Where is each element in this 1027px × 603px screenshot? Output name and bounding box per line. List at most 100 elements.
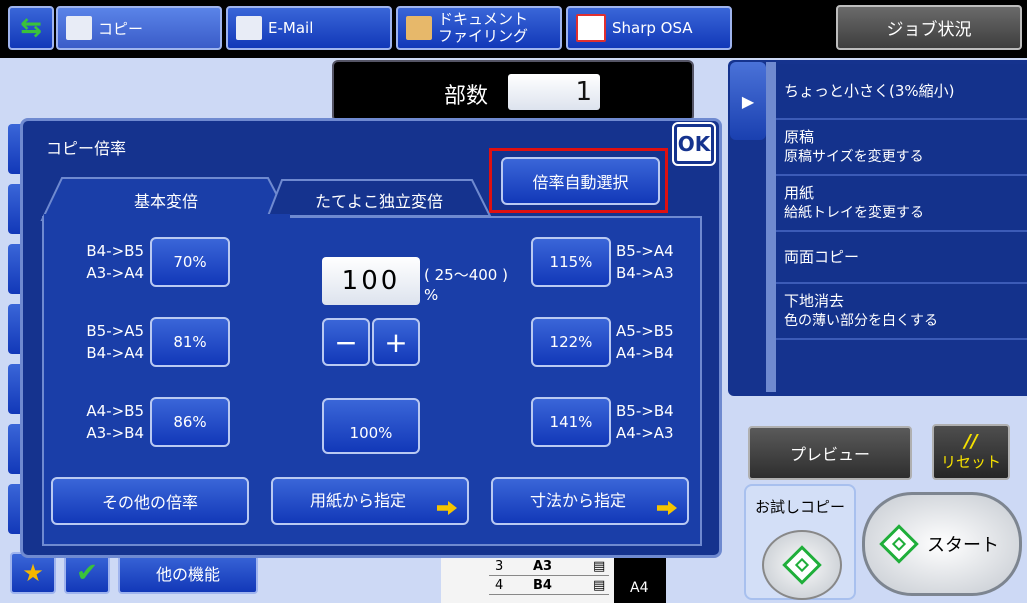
- dialog-title: コピー倍率: [46, 139, 127, 158]
- specify-by-dimension-button[interactable]: 寸法から指定: [491, 477, 689, 525]
- preset-value: 86%: [173, 413, 207, 431]
- arrow-right-icon: [657, 501, 677, 515]
- start-label: スタート: [927, 535, 999, 556]
- preset-value: 70%: [173, 253, 207, 271]
- tab-email-label: E-Mail: [268, 19, 314, 37]
- start-button[interactable]: スタート: [862, 492, 1022, 596]
- document-filing-icon: [406, 16, 432, 40]
- copies-panel: 部数 1: [332, 60, 694, 122]
- preset-label-line: B5->B4: [616, 402, 674, 420]
- trial-copy-label: お試しコピー: [754, 498, 845, 516]
- preset-label: B5->B4 A4->A3: [616, 400, 692, 444]
- preset-label-line: A4->A3: [616, 424, 674, 442]
- ratio-100-label: 100%: [349, 424, 393, 442]
- ok-button[interactable]: OK: [672, 122, 716, 166]
- preset-label-line: B5->A4: [616, 242, 674, 260]
- preset-label: B5->A4 B4->A3: [616, 240, 692, 284]
- preset-label-line: B4->A4: [86, 344, 144, 362]
- auto-ratio-label: 倍率自動選択: [532, 173, 629, 192]
- copies-label: 部数: [444, 84, 489, 109]
- preset-86-button[interactable]: 86%: [150, 397, 230, 447]
- preview-button[interactable]: プレビュー: [748, 426, 912, 480]
- preset-label: A5->B5 A4->B4: [616, 320, 692, 364]
- preset-value: 81%: [173, 333, 207, 351]
- tab-copy[interactable]: コピー: [56, 6, 222, 50]
- minus-button[interactable]: −: [322, 318, 370, 366]
- menu-item-subtitle: 給紙トレイを変更する: [784, 205, 924, 221]
- star-icon: ★: [22, 559, 44, 587]
- menu-item-duplex[interactable]: 両面コピー: [776, 232, 1027, 284]
- panel-toggle-button[interactable]: ▶: [730, 62, 766, 140]
- menu-item-background-erase[interactable]: 下地消去 色の薄い部分を白くする: [776, 284, 1027, 340]
- preset-115-button[interactable]: 115%: [531, 237, 611, 287]
- menu-item-slight-reduce[interactable]: ちょっと小さく(3%縮小): [776, 64, 1027, 120]
- preset-81-button[interactable]: 81%: [150, 317, 230, 367]
- trial-copy-panel: お試しコピー: [744, 484, 856, 600]
- email-icon: [236, 16, 262, 40]
- menu-item-title: ちょっと小さく(3%縮小): [784, 82, 955, 100]
- preset-label-line: A3->B4: [86, 424, 144, 442]
- preset-label: B5->A5 B4->A4: [60, 320, 144, 364]
- tray-number: 4: [495, 578, 504, 593]
- osa-icon: [576, 14, 606, 42]
- reset-button[interactable]: // リセット: [932, 424, 1010, 480]
- menu-item-title: 下地消去: [784, 292, 845, 310]
- panel-divider: [766, 62, 776, 392]
- job-status-button[interactable]: ジョブ状況: [836, 5, 1022, 50]
- other-ratio-button[interactable]: その他の倍率: [51, 477, 249, 525]
- tray-size: B4: [533, 578, 552, 593]
- tab-copy-label: コピー: [98, 19, 144, 38]
- tab-join: [44, 214, 290, 220]
- job-status-label: ジョブ状況: [886, 20, 972, 40]
- minus-icon: −: [334, 325, 358, 359]
- tab-document-filing[interactable]: ドキュメント ファイリング: [396, 6, 562, 50]
- menu-item-original[interactable]: 原稿 原稿サイズを変更する: [776, 120, 1027, 176]
- check-button[interactable]: ✔: [64, 552, 110, 594]
- preset-value: 115%: [549, 253, 593, 271]
- ratio-100-button[interactable]: 100%: [322, 398, 420, 454]
- tray-row: 4 B4 ▤: [489, 578, 609, 595]
- copies-input[interactable]: 1: [508, 74, 600, 110]
- reset-icon: //: [964, 430, 978, 452]
- plus-button[interactable]: +: [372, 318, 420, 366]
- ratio-range-label: ( 25～400 ): [424, 266, 508, 284]
- preset-122-button[interactable]: 122%: [531, 317, 611, 367]
- play-icon: ▶: [741, 91, 755, 111]
- tray-number: 3: [495, 559, 504, 574]
- tab-sharp-osa-label: Sharp OSA: [612, 19, 693, 37]
- ok-label: OK: [677, 132, 711, 156]
- other-functions-button[interactable]: 他の機能: [118, 552, 258, 594]
- preset-label: B4->B5 A3->A4: [60, 240, 144, 284]
- reset-label: リセット: [940, 452, 1001, 471]
- tab-basic-label: 基本変倍: [133, 192, 198, 211]
- trial-copy-button[interactable]: [762, 530, 842, 600]
- menu-item-paper[interactable]: 用紙 給紙トレイを変更する: [776, 176, 1027, 232]
- preset-141-button[interactable]: 141%: [531, 397, 611, 447]
- paper-icon: ▤: [593, 559, 606, 574]
- preset-label: A4->B5 A3->B4: [60, 400, 144, 444]
- tab-sharp-osa[interactable]: Sharp OSA: [566, 6, 732, 50]
- other-ratio-label: その他の倍率: [101, 493, 198, 512]
- selected-tray-size: A4: [630, 580, 649, 596]
- mode-switch-button[interactable]: ⇆: [8, 6, 54, 50]
- favorites-button[interactable]: ★: [10, 552, 56, 594]
- preset-label-line: B4->A3: [616, 264, 674, 282]
- preset-label-line: A5->B5: [616, 322, 674, 340]
- check-icon: ✔: [76, 558, 98, 588]
- specify-by-paper-button[interactable]: 用紙から指定: [271, 477, 469, 525]
- preset-70-button[interactable]: 70%: [150, 237, 230, 287]
- preset-label-line: A3->A4: [86, 264, 144, 282]
- paper-icon: ▤: [593, 578, 606, 593]
- preset-label-line: B5->A5: [86, 322, 144, 340]
- menu-item-title: 原稿: [784, 128, 815, 146]
- refresh-icon: ⇆: [20, 13, 42, 43]
- plus-icon: +: [384, 325, 408, 359]
- preset-value: 122%: [549, 333, 593, 351]
- specify-by-dimension-label: 寸法から指定: [529, 491, 626, 510]
- auto-ratio-button[interactable]: 倍率自動選択: [501, 157, 660, 205]
- ratio-input[interactable]: 100: [322, 257, 420, 305]
- tab-email[interactable]: E-Mail: [226, 6, 392, 50]
- other-functions-label: 他の機能: [155, 565, 220, 584]
- copy-icon: [66, 16, 92, 40]
- selected-tray: A4: [614, 556, 666, 603]
